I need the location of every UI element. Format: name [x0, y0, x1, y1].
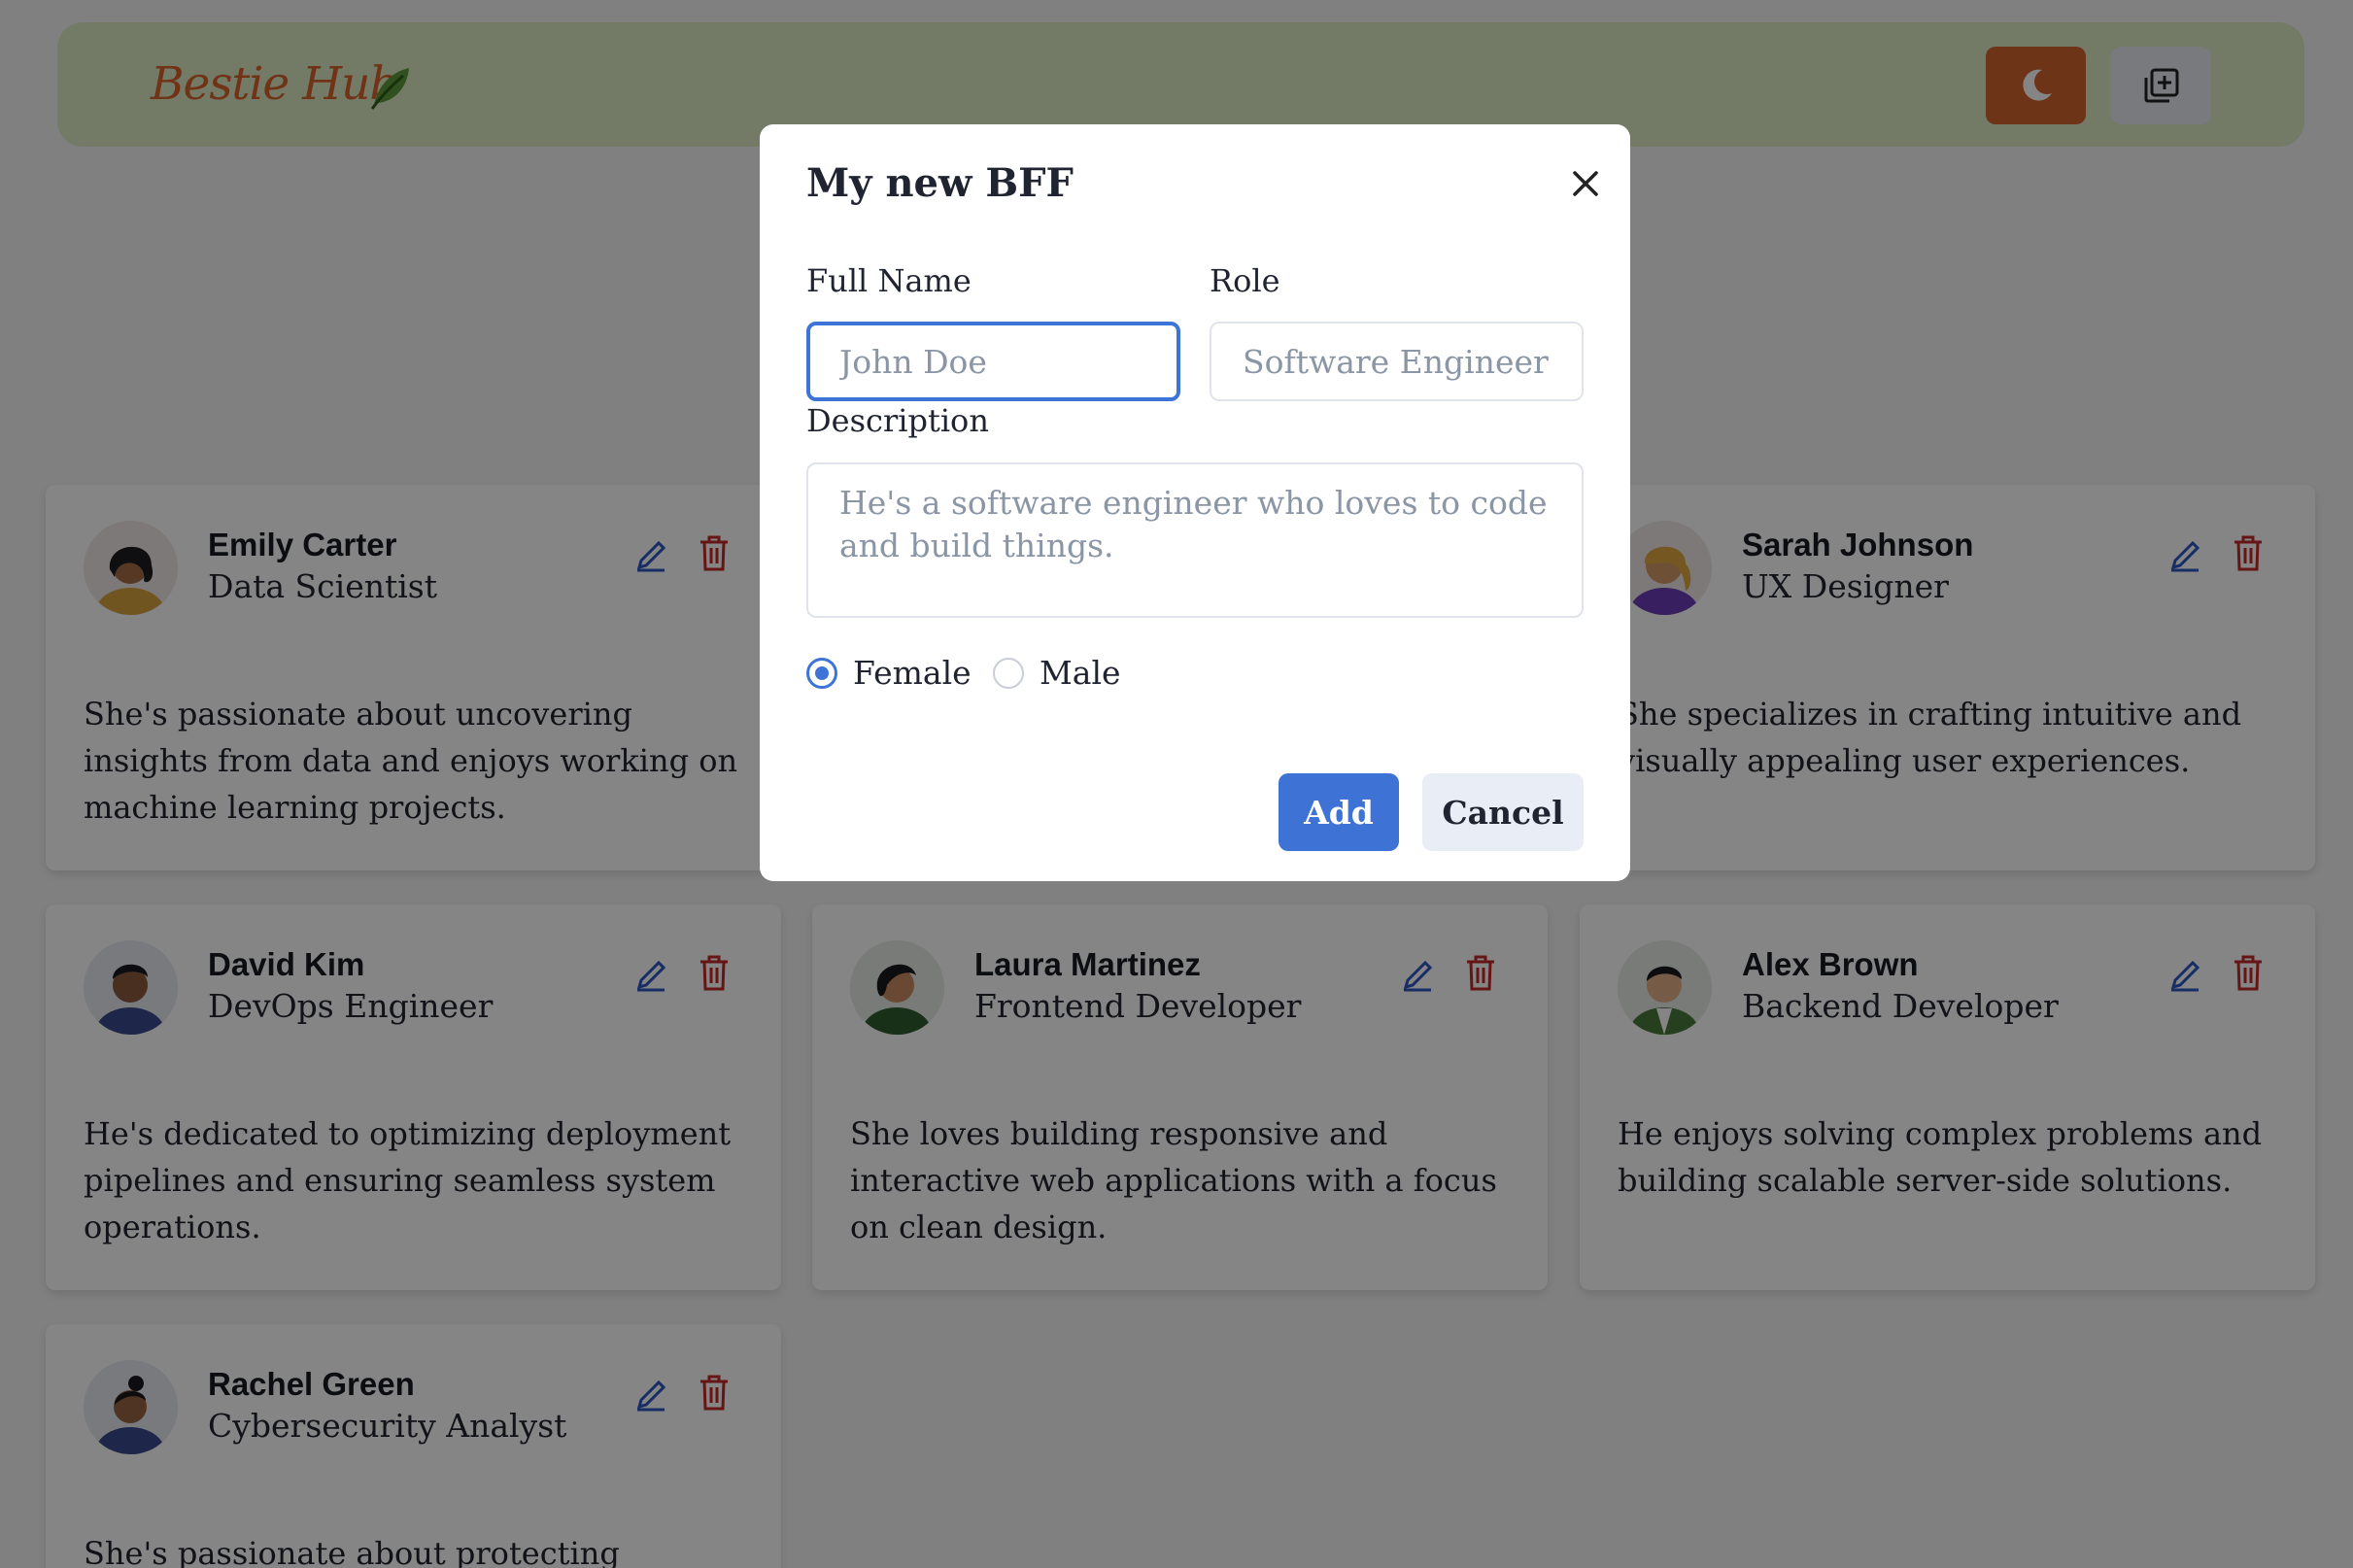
close-icon[interactable]: [1556, 154, 1615, 213]
dialog-title: My new BFF: [806, 160, 1074, 206]
description-input[interactable]: [806, 462, 1584, 618]
female-radio[interactable]: [806, 657, 837, 689]
full-name-label: Full Name: [806, 262, 972, 299]
role-label: Role: [1210, 262, 1280, 299]
add-friend-dialog: My new BFF Full Name Role Description Fe…: [760, 124, 1630, 881]
female-label: Female: [853, 654, 972, 692]
role-input[interactable]: [1210, 322, 1584, 401]
description-label: Description: [806, 402, 989, 439]
gender-male-option[interactable]: Male: [993, 654, 1121, 692]
male-radio[interactable]: [993, 657, 1024, 689]
gender-female-option[interactable]: Female: [806, 654, 972, 692]
male-label: Male: [1040, 654, 1121, 692]
add-button[interactable]: Add: [1279, 773, 1399, 851]
cancel-button[interactable]: Cancel: [1422, 773, 1584, 851]
full-name-input[interactable]: [806, 322, 1180, 401]
